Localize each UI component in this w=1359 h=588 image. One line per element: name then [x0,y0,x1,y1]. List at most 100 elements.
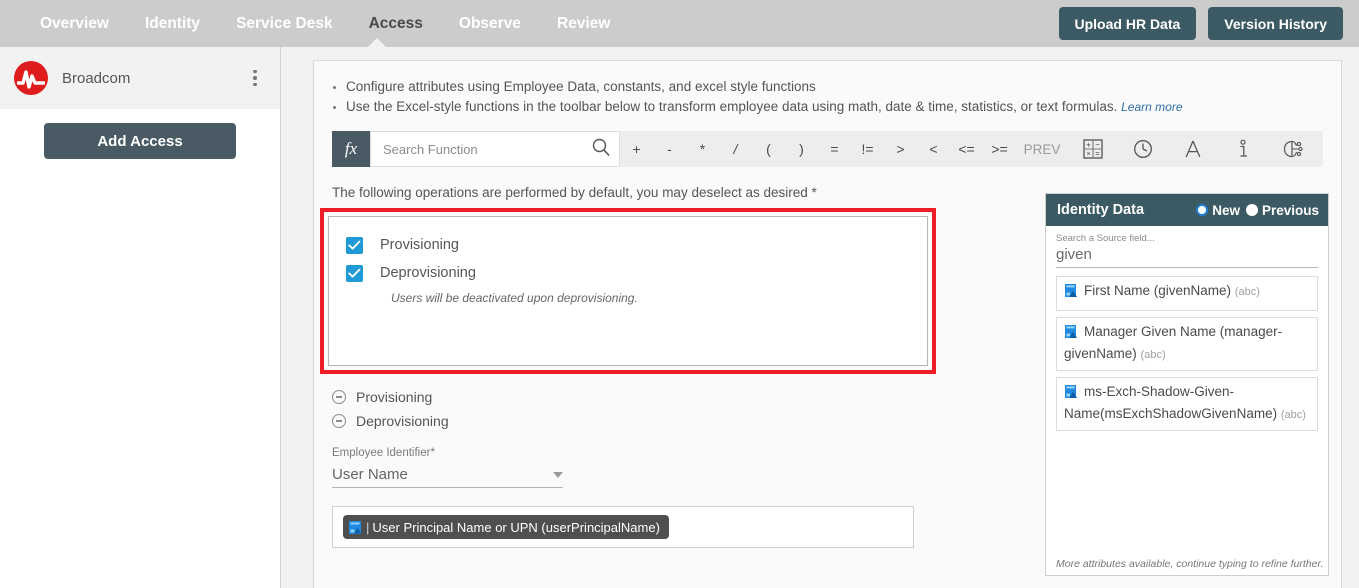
broadcom-pulse-logo [14,61,48,95]
employee-identifier-value: User Name [332,466,408,483]
calculator-icon[interactable]: + − × = [1068,131,1118,167]
nav-tab-overview[interactable]: Overview [22,0,127,47]
operations-box: Provisioning Deprovisioning Users will b… [328,216,928,366]
add-access-container: Add Access [0,109,280,159]
operator-less-than-button[interactable]: < [917,131,950,167]
attribute-list-item[interactable]: First Name (givenName) (abc) [1056,276,1318,311]
prev-button[interactable]: PREV [1016,131,1068,167]
kebab-menu-icon[interactable] [246,69,264,87]
employee-identifier-label: Employee Identifier* [332,447,435,459]
sidebar: Broadcom Add Access [0,47,281,588]
bullet-item-excel: Use the Excel-style functions in the too… [346,97,1341,117]
attribute-result-list: First Name (givenName) (abc) Manager Giv… [1046,268,1328,431]
token-cursor-bar: | [366,519,370,535]
svg-text:+: + [1086,140,1091,149]
attribute-type: (abc) [1234,286,1260,298]
fx-button[interactable]: fx [332,131,370,167]
attribute-type: (abc) [1280,409,1306,421]
identity-panel-header: Identity Data New Previous [1046,194,1328,226]
clock-icon[interactable] [1118,131,1168,167]
operator-less-equal-button[interactable]: <= [950,131,983,167]
identity-data-panel: Identity Data New Previous Search a Sour… [1045,193,1329,576]
circle-minus-icon[interactable] [332,414,346,428]
checkbox-label-deprovisioning: Deprovisioning [380,265,476,281]
radio-label-previous: Previous [1261,202,1319,218]
version-history-button[interactable]: Version History [1208,7,1343,40]
attribute-token[interactable]: | User Principal Name or UPN (userPrinci… [343,515,669,539]
formula-toolbar: fx + - * / ( ) = != > < <= >= PREV [332,131,1323,167]
nav-tab-service-desk[interactable]: Service Desk [218,0,351,47]
search-icon[interactable] [591,137,611,162]
checkbox-deprovisioning[interactable] [346,264,363,282]
bullet-text-excel: Use the Excel-style functions in the too… [346,99,1118,114]
instruction-bullet-list: Configure attributes using Employee Data… [314,61,1341,117]
nav-tab-list: Overview Identity Service Desk Access Ob… [22,0,628,47]
checkbox-label-provisioning: Provisioning [380,237,459,253]
org-name: Broadcom [62,69,131,87]
collapse-label-provisioning: Provisioning [356,389,433,405]
chevron-down-icon[interactable] [553,471,563,478]
attribute-icon [1064,283,1079,304]
top-navigation-bar: Overview Identity Service Desk Access Ob… [0,0,1359,47]
attribute-name: First Name (givenName) [1084,283,1232,298]
radio-option-previous[interactable]: Previous [1245,202,1319,218]
attribute-icon [1064,384,1079,405]
operator-equals-button[interactable]: = [818,131,851,167]
checkbox-provisioning[interactable] [346,236,363,254]
search-function-input[interactable] [383,141,591,157]
radio-option-new[interactable]: New [1196,203,1240,218]
nav-tab-identity[interactable]: Identity [127,0,218,47]
bullet-item-configure: Configure attributes using Employee Data… [346,77,1341,97]
operator-multiply-button[interactable]: * [686,131,719,167]
text-a-icon[interactable] [1168,131,1218,167]
radio-new-icon[interactable] [1196,204,1209,216]
radio-previous-icon[interactable] [1245,204,1258,216]
operator-close-paren-button[interactable]: ) [785,131,818,167]
operator-divide-button[interactable]: / [719,131,752,167]
ai-brain-icon[interactable] [1268,131,1318,167]
nav-tab-review[interactable]: Review [539,0,628,47]
upload-hr-data-button[interactable]: Upload HR Data [1058,7,1197,40]
circle-minus-icon[interactable] [332,390,346,404]
add-access-button[interactable]: Add Access [44,123,236,159]
learn-more-link[interactable]: Learn more [1121,100,1182,114]
bullet-text-configure: Configure attributes using Employee Data… [346,79,816,94]
attribute-icon [348,520,363,535]
attribute-type: (abc) [1140,349,1166,361]
topnav-action-buttons: Upload HR Data Version History [1058,7,1343,40]
org-row[interactable]: Broadcom [0,47,280,109]
operator-plus-button[interactable]: + [620,131,653,167]
source-field-search-label: Search a Source field... [1056,233,1155,244]
operator-greater-than-button[interactable]: > [884,131,917,167]
source-field-search: Search a Source field... given [1046,226,1328,268]
operator-open-paren-button[interactable]: ( [752,131,785,167]
employee-identifier-field: Employee Identifier* User Name [332,447,563,488]
svg-text:=: = [1095,149,1100,158]
attribute-list-item[interactable]: ms-Exch-Shadow-Given-Name(msExchShadowGi… [1056,377,1318,431]
source-field-search-input[interactable]: given [1056,244,1318,268]
checkbox-row-deprovisioning[interactable]: Deprovisioning [346,259,927,287]
operator-greater-equal-button[interactable]: >= [983,131,1016,167]
nav-tab-access[interactable]: Access [351,0,441,47]
operations-highlight-frame: Provisioning Deprovisioning Users will b… [320,208,936,374]
formula-token-field[interactable]: | User Principal Name or UPN (userPrinci… [332,506,914,548]
info-i-icon[interactable] [1218,131,1268,167]
function-search-box[interactable] [370,131,620,167]
attribute-icon [1064,324,1079,345]
attribute-name: ms-Exch-Shadow-Given-Name(msExchShadowGi… [1064,384,1278,421]
operator-minus-button[interactable]: - [653,131,686,167]
svg-text:−: − [1095,140,1100,149]
attribute-name: Manager Given Name (manager-givenName) [1064,324,1283,361]
attribute-token-label: User Principal Name or UPN (userPrincipa… [372,519,660,535]
radio-label-new: New [1212,202,1240,218]
operator-not-equals-button[interactable]: != [851,131,884,167]
identity-panel-title: Identity Data [1057,202,1145,218]
deprovisioning-note: Users will be deactivated upon deprovisi… [391,291,638,305]
identity-panel-footer-note: More attributes available, continue typi… [1056,558,1324,570]
employee-identifier-select[interactable]: User Name [332,462,563,488]
checkbox-row-provisioning[interactable]: Provisioning [346,231,927,259]
collapse-label-deprovisioning: Deprovisioning [356,413,449,429]
nav-tab-observe[interactable]: Observe [441,0,539,47]
svg-text:×: × [1086,151,1090,158]
attribute-list-item[interactable]: Manager Given Name (manager-givenName) (… [1056,317,1318,371]
